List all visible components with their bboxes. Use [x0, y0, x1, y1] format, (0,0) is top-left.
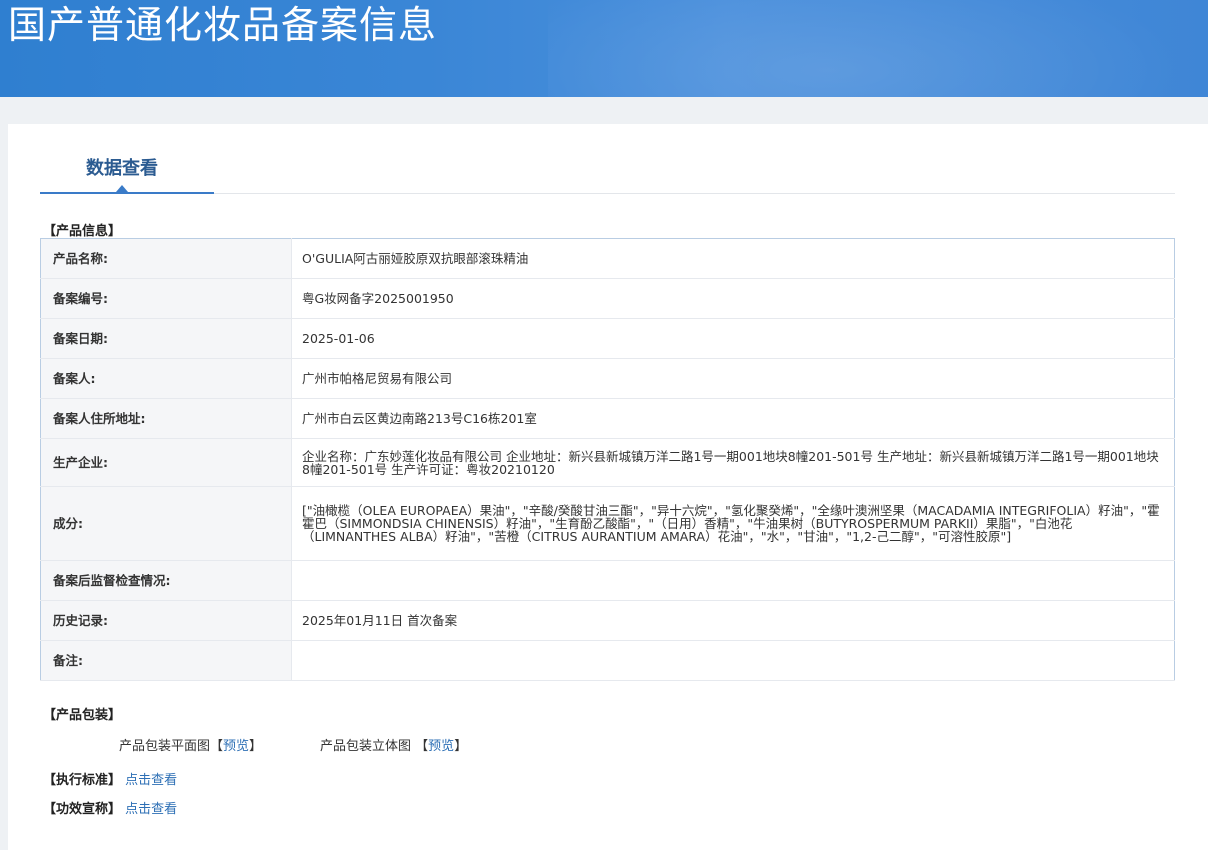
- table-row: 产品名称: O'GULIA阿古丽娅胶原双抗眼部滚珠精油: [40, 238, 1175, 279]
- history-value: 2025年01月11日 首次备案: [291, 600, 1175, 641]
- standard-heading: 【执行标准】: [43, 773, 122, 788]
- filer-value: 广州市帕格尼贸易有限公司: [291, 358, 1175, 399]
- row-label: 历史记录:: [40, 600, 292, 641]
- table-row: 备案日期: 2025-01-06: [40, 318, 1175, 359]
- bracket-open: 【: [415, 739, 429, 754]
- packaging-flat-label: 产品包装平面图: [119, 739, 211, 754]
- product-info-heading: 【产品信息】: [43, 224, 122, 239]
- row-label: 备案后监督检查情况:: [40, 560, 292, 601]
- tab-bar: 数据查看: [40, 150, 1175, 194]
- efficacy-view-link[interactable]: 点击查看: [125, 802, 177, 817]
- efficacy-heading: 【功效宣称】: [43, 802, 122, 817]
- manufacturer-value: 企业名称：广东妙莲化妆品有限公司 企业地址：新兴县新城镇万洋二路1号一期001地…: [291, 438, 1175, 487]
- table-row: 备案后监督检查情况:: [40, 560, 1175, 601]
- page-title: 国产普通化妆品备案信息: [8, 3, 438, 47]
- bracket-open: 【: [210, 739, 224, 754]
- row-label: 生产企业:: [40, 438, 292, 487]
- bracket-close: 】: [249, 739, 263, 754]
- content-card: 数据查看 【产品信息】 产品名称: O'GULIA阿古丽娅胶原双抗眼部滚珠精油 …: [8, 124, 1208, 850]
- standard-view-link[interactable]: 点击查看: [125, 773, 177, 788]
- table-row: 备案编号: 粤G妆网备字2025001950: [40, 278, 1175, 319]
- filing-number-value: 粤G妆网备字2025001950: [291, 278, 1175, 319]
- table-row: 历史记录: 2025年01月11日 首次备案: [40, 600, 1175, 641]
- row-label: 备案人:: [40, 358, 292, 399]
- table-row: 生产企业: 企业名称：广东妙莲化妆品有限公司 企业地址：新兴县新城镇万洋二路1号…: [40, 438, 1175, 487]
- remarks-value: [291, 640, 1175, 681]
- tab-data-view[interactable]: 数据查看: [40, 150, 214, 194]
- efficacy-row: 【功效宣称】 点击查看: [43, 798, 177, 817]
- flat-preview-link[interactable]: 预览: [223, 739, 249, 754]
- ingredients-value: ["油橄榄（OLEA EUROPAEA）果油"，"辛酸/癸酸甘油三酯"，"异十六…: [291, 486, 1175, 561]
- packaging-solid: 产品包装立体图 【预览】: [320, 735, 467, 754]
- standard-row: 【执行标准】 点击查看: [43, 769, 177, 788]
- product-name-value: O'GULIA阿古丽娅胶原双抗眼部滚珠精油: [291, 238, 1175, 279]
- table-row: 成分: ["油橄榄（OLEA EUROPAEA）果油"，"辛酸/癸酸甘油三酯"，…: [40, 486, 1175, 561]
- table-row: 备案人: 广州市帕格尼贸易有限公司: [40, 358, 1175, 399]
- tab-label: 数据查看: [86, 158, 158, 179]
- header-banner: 国产普通化妆品备案信息: [0, 0, 1208, 97]
- packaging-flat: 产品包装平面图【预览】: [119, 735, 262, 754]
- table-row: 备注:: [40, 640, 1175, 681]
- row-label: 成分:: [40, 486, 292, 561]
- filer-address-value: 广州市白云区黄边南路213号C16栋201室: [291, 398, 1175, 439]
- row-label: 备案编号:: [40, 278, 292, 319]
- row-label: 产品名称:: [40, 238, 292, 279]
- solid-preview-link[interactable]: 预览: [428, 739, 454, 754]
- row-label: 备注:: [40, 640, 292, 681]
- packaging-heading: 【产品包装】: [43, 708, 122, 723]
- product-info-table: 产品名称: O'GULIA阿古丽娅胶原双抗眼部滚珠精油 备案编号: 粤G妆网备字…: [40, 238, 1175, 681]
- row-label: 备案日期:: [40, 318, 292, 359]
- bracket-close: 】: [454, 739, 468, 754]
- inspection-value: [291, 560, 1175, 601]
- filing-date-value: 2025-01-06: [291, 318, 1175, 359]
- tab-caret-icon: [116, 185, 128, 192]
- packaging-solid-label: 产品包装立体图: [320, 739, 412, 754]
- row-label: 备案人住所地址:: [40, 398, 292, 439]
- table-row: 备案人住所地址: 广州市白云区黄边南路213号C16栋201室: [40, 398, 1175, 439]
